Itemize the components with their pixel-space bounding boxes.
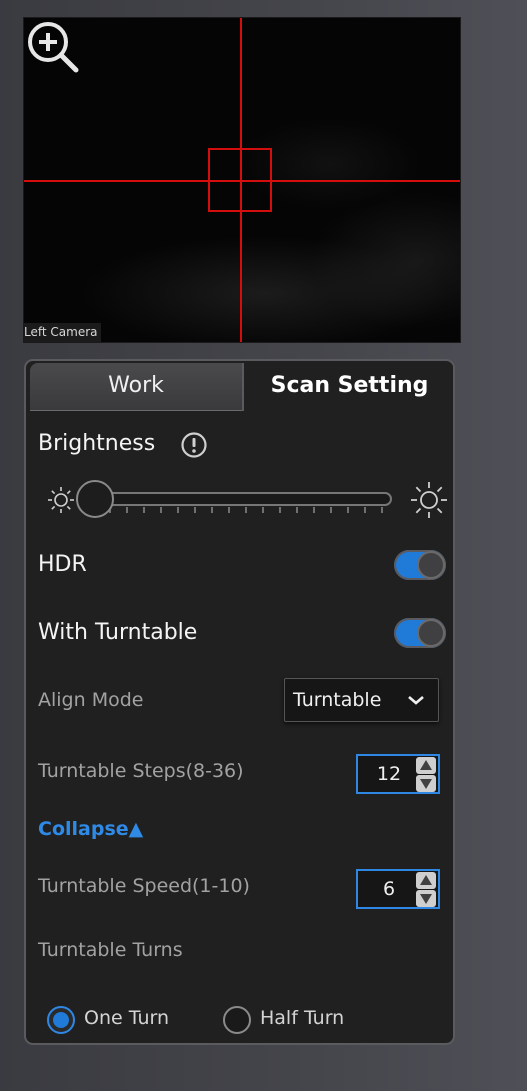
- scan-settings-panel: Work Scan Setting Brightness HDR With Tu…: [24, 359, 455, 1045]
- brightness-slider[interactable]: [92, 492, 392, 506]
- with-turntable-label: With Turntable: [38, 620, 198, 645]
- slider-ticks: [109, 507, 383, 513]
- info-icon[interactable]: [181, 432, 207, 458]
- camera-preview[interactable]: Left Camera: [24, 18, 460, 342]
- camera-label: Left Camera: [24, 323, 102, 342]
- hdr-label: HDR: [38, 552, 87, 577]
- one-turn-label[interactable]: One Turn: [84, 1007, 169, 1029]
- turntable-turns-label: Turntable Turns: [38, 939, 183, 961]
- half-turn-radio[interactable]: [223, 1006, 251, 1034]
- turntable-steps-label: Turntable Steps(8-36): [38, 760, 244, 782]
- turntable-speed-value: 6: [382, 878, 396, 900]
- align-mode-label: Align Mode: [38, 689, 144, 711]
- zoom-in-icon: [28, 22, 79, 73]
- toggle-knob: [417, 619, 445, 647]
- tab-bar: Work Scan Setting: [26, 361, 453, 411]
- with-turntable-toggle[interactable]: [394, 618, 446, 648]
- toggle-knob: [417, 551, 445, 579]
- increment-arrow-icon[interactable]: [416, 757, 436, 774]
- target-box: [208, 148, 272, 212]
- hdr-toggle[interactable]: [394, 550, 446, 580]
- turntable-speed-label: Turntable Speed(1-10): [38, 875, 250, 897]
- brightness-high-icon: [411, 482, 447, 518]
- collapse-link[interactable]: Collapse▲: [38, 818, 143, 840]
- align-mode-value: Turntable: [293, 689, 382, 711]
- decrement-arrow-icon[interactable]: [416, 890, 436, 907]
- tab-scan-setting[interactable]: Scan Setting: [242, 363, 453, 411]
- turntable-speed-input[interactable]: 6: [356, 869, 440, 909]
- tab-work[interactable]: Work: [30, 363, 242, 411]
- align-mode-dropdown[interactable]: Turntable: [284, 678, 439, 722]
- half-turn-label[interactable]: Half Turn: [260, 1007, 344, 1029]
- decrement-arrow-icon[interactable]: [416, 775, 436, 792]
- brightness-slider-knob[interactable]: [76, 480, 114, 518]
- brightness-low-icon: [48, 487, 74, 513]
- one-turn-radio[interactable]: [47, 1006, 75, 1034]
- turntable-steps-value: 12: [376, 763, 402, 785]
- increment-arrow-icon[interactable]: [416, 872, 436, 889]
- brightness-label: Brightness: [38, 431, 156, 456]
- zoom-in-button[interactable]: [24, 18, 80, 74]
- turntable-steps-input[interactable]: 12: [356, 754, 440, 794]
- chevron-down-icon: [406, 693, 426, 707]
